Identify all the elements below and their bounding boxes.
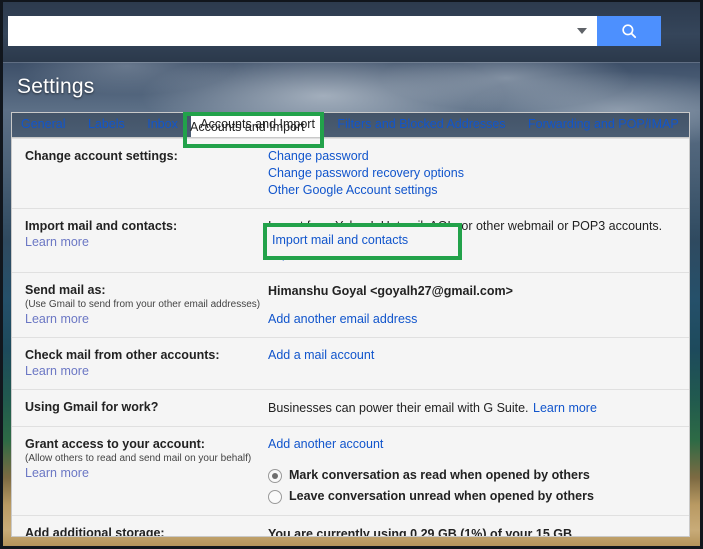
search-button[interactable] [597,16,661,46]
search-bar-region [0,0,703,62]
additional-storage-label: Add additional storage: [25,526,165,537]
import-mail-learn-more-link[interactable]: Learn more [25,234,268,251]
change-account-settings-label: Change account settings: [25,149,178,163]
tab-labels[interactable]: Labels [79,113,134,137]
tab-filters-and-blocked-addresses[interactable]: Filters and Blocked Addresses [328,113,514,137]
row-value-cell: Businesses can power their email with G … [268,399,689,417]
grant-access-sublabel: (Allow others to read and send mail on y… [25,453,252,464]
gmail-for-work-label: Using Gmail for work? [25,400,159,414]
radio-label-leave-unread: Leave conversation unread when opened by… [289,489,594,503]
page-title: Settings [17,75,95,98]
row-label-cell: Send mail as: (Use Gmail to send from yo… [12,282,268,328]
grant-access-label: Grant access to your account: [25,437,205,451]
search-options-dropdown-button[interactable] [567,16,597,46]
import-mail-and-contacts-link[interactable]: Import mail and contacts [268,246,679,263]
row-value-cell: You are currently using 0.29 GB (1%) of … [268,525,689,537]
check-mail-label: Check mail from other accounts: [25,348,220,362]
search-icon [622,24,637,39]
change-password-link[interactable]: Change password [268,148,679,165]
row-value-cell: Add a mail account [268,347,689,380]
row-label-cell: Import mail and contacts: Learn more [12,218,268,263]
radio-option-mark-read[interactable]: Mark conversation as read when opened by… [268,466,679,485]
other-google-account-settings-link[interactable]: Other Google Account settings [268,182,679,199]
add-another-email-address-link[interactable]: Add another email address [268,311,679,328]
row-send-mail-as: Send mail as: (Use Gmail to send from yo… [12,272,689,337]
radio-label-mark-read: Mark conversation as read when opened by… [289,468,590,482]
row-value-cell: Himanshu Goyal <goyalh27@gmail.com> Add … [268,282,689,328]
row-value-cell: Add another account Mark conversation as… [268,436,689,506]
highlighted-tab-label[interactable]: Accounts and Import [190,120,305,134]
search-input[interactable] [8,16,567,46]
search-bar [8,16,661,46]
row-grant-access-to-your-account: Grant access to your account: (Allow oth… [12,426,689,515]
grant-access-learn-more-link[interactable]: Learn more [25,465,268,482]
send-mail-as-learn-more-link[interactable]: Learn more [25,311,268,328]
gmail-settings-window: Settings General Labels Inbox Accounts a… [0,0,703,549]
row-label-cell: Grant access to your account: (Allow oth… [12,436,268,506]
tab-inbox[interactable]: Inbox [138,113,187,137]
send-mail-as-address: Himanshu Goyal <goyalh27@gmail.com> [268,284,513,298]
change-password-recovery-options-link[interactable]: Change password recovery options [268,165,679,182]
radio-option-leave-unread[interactable]: Leave conversation unread when opened by… [268,487,679,506]
row-label-cell: Using Gmail for work? [12,399,268,417]
row-value-cell: Change password Change password recovery… [268,148,689,199]
chevron-down-icon [577,28,587,34]
gmail-for-work-description: Businesses can power their email with G … [268,401,529,415]
settings-header: Settings [0,62,703,113]
row-add-additional-storage: Add additional storage: You are currentl… [12,515,689,537]
add-a-mail-account-link[interactable]: Add a mail account [268,347,679,364]
row-label-cell: Add additional storage: [12,525,268,537]
radio-button-mark-read-icon[interactable] [268,468,282,483]
settings-content-card: General Labels Inbox Accounts and Import… [11,112,690,537]
row-check-mail-from-other-accounts: Check mail from other accounts: Learn mo… [12,337,689,389]
check-mail-learn-more-link[interactable]: Learn more [25,363,268,380]
send-mail-as-sublabel: (Use Gmail to send from your other email… [25,299,261,310]
tab-general[interactable]: General [12,113,74,137]
add-another-account-link[interactable]: Add another account [268,436,679,453]
row-label-cell: Change account settings: [12,148,268,199]
tab-list: General Labels Inbox Accounts and Import… [12,113,689,137]
import-mail-and-contacts-label: Import mail and contacts: [25,219,178,233]
storage-usage-text: You are currently using 0.29 GB (1%) of … [268,527,576,537]
radio-button-leave-unread-icon[interactable] [268,489,282,504]
send-mail-as-label: Send mail as: [25,283,106,297]
highlighted-import-link-label[interactable]: Import mail and contacts [272,233,408,247]
settings-tab-strip: General Labels Inbox Accounts and Import… [12,113,689,138]
row-label-cell: Check mail from other accounts: Learn mo… [12,347,268,380]
gmail-for-work-learn-more-link[interactable]: Learn more [533,401,597,415]
tab-forwarding-and-pop-imap[interactable]: Forwarding and POP/IMAP [519,113,688,137]
row-change-account-settings: Change account settings: Change password… [12,138,689,208]
row-using-gmail-for-work: Using Gmail for work? Businesses can pow… [12,389,689,426]
